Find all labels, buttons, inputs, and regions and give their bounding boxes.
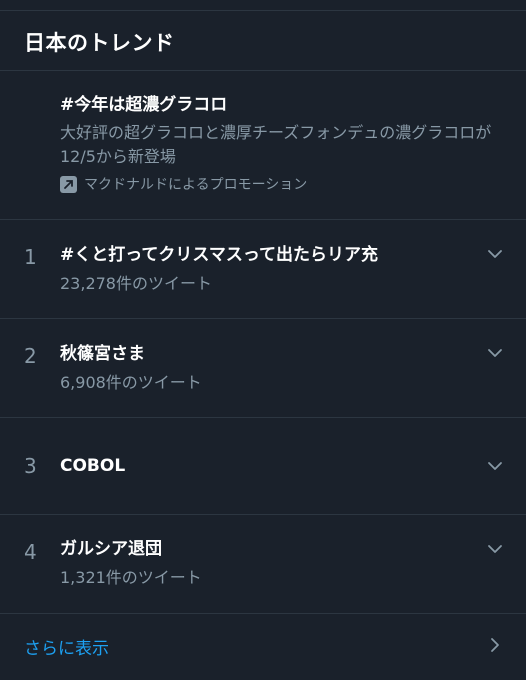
trend-rank: 2 <box>24 344 37 368</box>
trend-rank: 4 <box>24 540 37 564</box>
trend-rank: 3 <box>24 454 37 478</box>
trend-body: #くと打ってクリスマスって出たらリア充 23,278件のツイート <box>60 243 378 296</box>
trend-name[interactable]: ガルシア退団 <box>60 537 202 561</box>
show-more-link[interactable]: さらに表示 <box>24 634 109 659</box>
promoted-by-line: マクドナルドによるプロモーション <box>60 174 502 194</box>
chevron-down-icon[interactable] <box>486 457 504 475</box>
trend-item-1[interactable]: 1 #くと打ってクリスマスって出たらリア充 23,278件のツイート <box>0 220 526 319</box>
trend-name[interactable]: 秋篠宮さま <box>60 342 202 366</box>
trends-header: 日本のトレンド <box>0 11 526 71</box>
show-more-row[interactable]: さらに表示 <box>0 614 526 680</box>
chevron-down-icon[interactable] <box>486 344 504 362</box>
promoted-trend-description: 大好評の超グラコロと濃厚チーズフォンデュの濃グラコロが12/5から新登場 <box>60 123 492 166</box>
promoted-by-label: マクドナルドによるプロモーション <box>84 177 308 193</box>
chevron-right-icon[interactable] <box>486 636 504 654</box>
panel-top-edge <box>0 0 526 11</box>
trend-item-2[interactable]: 2 秋篠宮さま 6,908件のツイート <box>0 319 526 418</box>
promoted-arrow-icon <box>60 175 77 193</box>
trend-rank: 1 <box>24 245 37 269</box>
chevron-down-icon[interactable] <box>486 540 504 558</box>
chevron-down-icon[interactable] <box>486 245 504 263</box>
promoted-trend[interactable]: #今年は超濃グラコロ 大好評の超グラコロと濃厚チーズフォンデュの濃グラコロが12… <box>0 71 526 220</box>
trends-title: 日本のトレンド <box>24 31 175 55</box>
trend-name[interactable]: #くと打ってクリスマスって出たらリア充 <box>60 243 378 267</box>
trend-tweet-count: 1,321件のツイート <box>60 568 202 587</box>
trend-tweet-count: 23,278件のツイート <box>60 274 212 293</box>
trend-body: ガルシア退団 1,321件のツイート <box>60 537 202 590</box>
trend-tweet-count: 6,908件のツイート <box>60 373 202 392</box>
trend-body: COBOL <box>60 454 125 478</box>
trend-item-3[interactable]: 3 COBOL <box>0 418 526 515</box>
trend-body: 秋篠宮さま 6,908件のツイート <box>60 342 202 395</box>
trend-name[interactable]: COBOL <box>60 454 125 478</box>
trends-panel: 日本のトレンド #今年は超濃グラコロ 大好評の超グラコロと濃厚チーズフォンデュの… <box>0 0 526 680</box>
trend-item-4[interactable]: 4 ガルシア退団 1,321件のツイート <box>0 515 526 614</box>
promoted-trend-title[interactable]: #今年は超濃グラコロ <box>60 93 502 117</box>
